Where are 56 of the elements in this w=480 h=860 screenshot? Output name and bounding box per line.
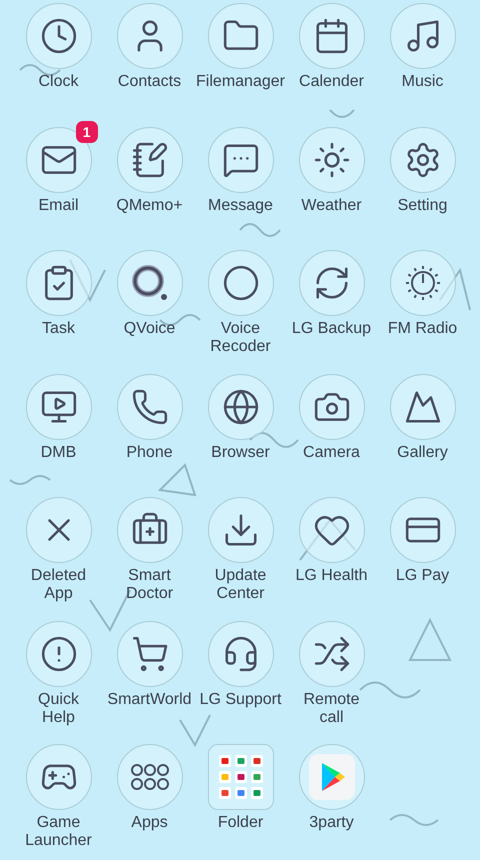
app-label: LG Pay bbox=[396, 567, 450, 585]
app-label: Game Launcher bbox=[25, 814, 92, 850]
sun-icon bbox=[312, 140, 350, 178]
dots-grid-icon bbox=[130, 763, 170, 791]
globe-icon bbox=[222, 388, 260, 426]
exclamation-icon bbox=[40, 634, 78, 672]
app-label: LG Support bbox=[200, 690, 282, 708]
notification-badge: 1 bbox=[76, 120, 98, 142]
app-label: Music bbox=[402, 73, 444, 91]
app-label: Filemanager bbox=[196, 73, 285, 91]
mini-app-icon bbox=[250, 755, 262, 767]
app-label: Gallery bbox=[397, 444, 448, 462]
app-label: Quick Help bbox=[38, 690, 79, 726]
app-label: Remote call bbox=[303, 690, 360, 726]
app-label: Contacts bbox=[118, 73, 182, 91]
mini-app-icon bbox=[234, 755, 246, 767]
app-label: 3party bbox=[309, 814, 354, 832]
app-label: QVoice bbox=[124, 320, 176, 338]
app-label: Message bbox=[208, 196, 273, 214]
mini-app-icon bbox=[218, 787, 230, 799]
app-label: Setting bbox=[398, 196, 448, 214]
app-label: Deleted App bbox=[30, 567, 86, 603]
circle-icon bbox=[222, 264, 260, 302]
app-label: Email bbox=[38, 196, 78, 214]
app-label: Camera bbox=[303, 444, 360, 462]
folder-button[interactable] bbox=[208, 744, 274, 810]
app-label: Task bbox=[42, 320, 75, 338]
mini-app-icon bbox=[234, 771, 246, 783]
mini-app-icon bbox=[250, 771, 262, 783]
app-label: SmartWorld bbox=[107, 690, 192, 708]
app-label: Update Center bbox=[214, 567, 266, 603]
app-label: Weather bbox=[301, 196, 362, 214]
mini-app-icon bbox=[234, 787, 246, 799]
mini-app-icon bbox=[218, 771, 230, 783]
app-label: Calender bbox=[299, 73, 364, 91]
app-label: LG Backup bbox=[292, 320, 372, 338]
app-label: Smart Doctor bbox=[126, 567, 174, 603]
mini-app-icon bbox=[250, 787, 262, 799]
mini-app-icon bbox=[218, 755, 230, 767]
app-label: FM Radio bbox=[388, 320, 458, 338]
app-label: Phone bbox=[126, 444, 173, 462]
dial-icon bbox=[404, 264, 442, 302]
shopping-cart-icon bbox=[130, 634, 168, 672]
app-label: Browser bbox=[211, 444, 270, 462]
shuffle-icon bbox=[312, 634, 350, 672]
app-label: Folder bbox=[218, 814, 264, 832]
phone-icon bbox=[130, 388, 168, 426]
notepad-pencil-icon bbox=[130, 140, 168, 178]
app-label: LG Health bbox=[295, 567, 368, 585]
app-label: DMB bbox=[40, 444, 76, 462]
app-label: Apps bbox=[131, 814, 168, 832]
clock-icon bbox=[40, 17, 78, 55]
app-label: QMemo+ bbox=[116, 196, 183, 214]
app-label: Clock bbox=[38, 73, 78, 91]
play-store-icon bbox=[308, 754, 354, 800]
app-label: Voice Recoder bbox=[210, 320, 271, 356]
